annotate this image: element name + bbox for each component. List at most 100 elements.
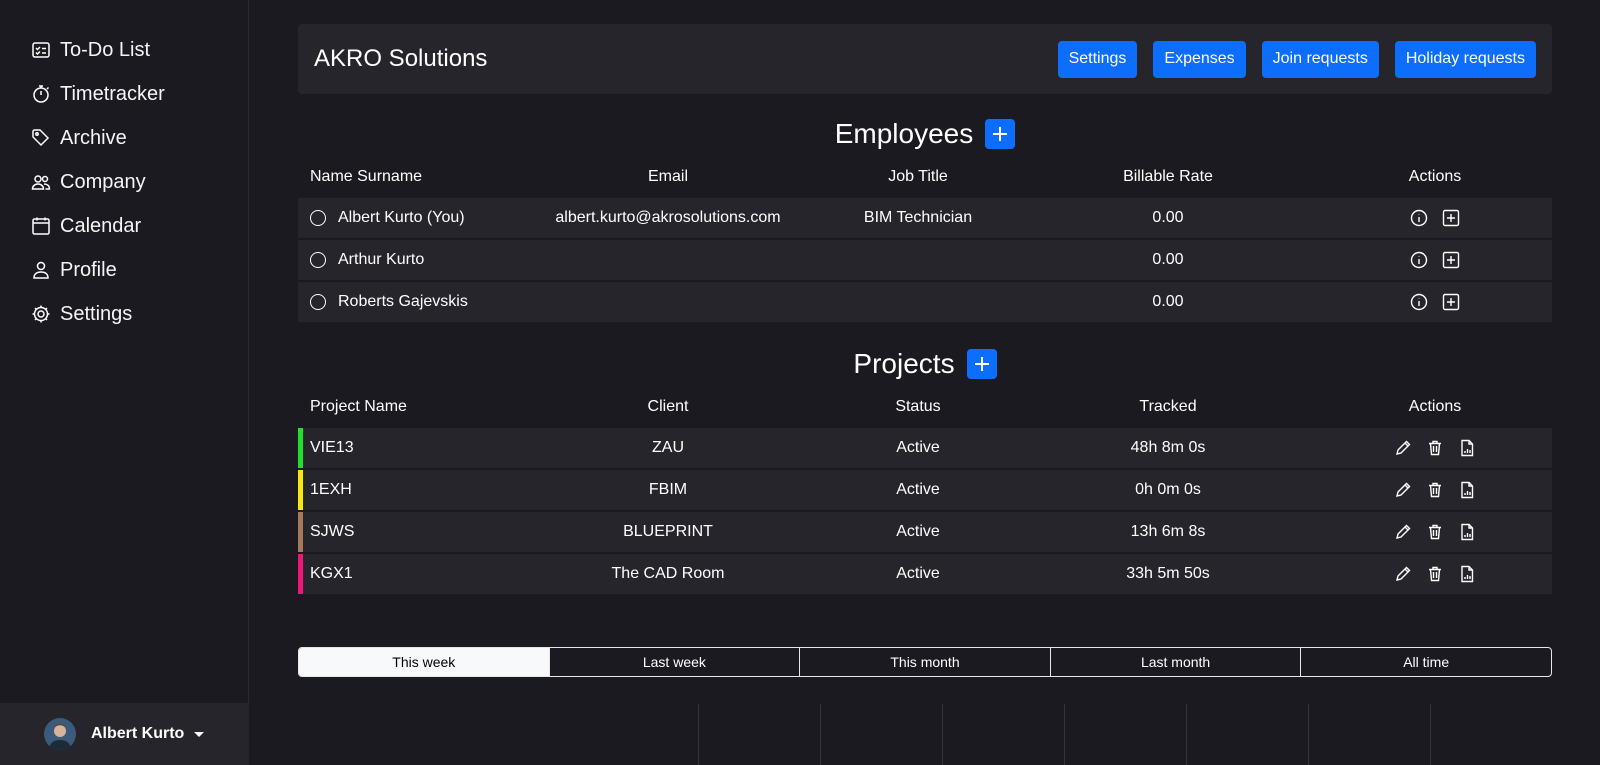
column-header: Tracked [1139, 398, 1197, 415]
employee-job-title [818, 240, 1018, 280]
table-row: Albert Kurto (You) albert.kurto@akrosolu… [298, 198, 1552, 238]
employees-title: Employees [834, 118, 974, 149]
table-row: 1EXH FBIM Active 0h 0m 0s [298, 470, 1552, 510]
sidebar-item-timetracker[interactable]: Timetracker [30, 72, 165, 116]
plus-square-icon[interactable] [1442, 251, 1460, 269]
sidebar-item-label: Profile [60, 258, 117, 281]
report-icon[interactable] [1458, 439, 1476, 457]
project-name: SJWS [310, 523, 355, 540]
chart-gridline [698, 704, 699, 765]
plus-icon [974, 357, 989, 371]
project-tracked: 0h 0m 0s [1018, 470, 1318, 510]
trash-icon[interactable] [1426, 523, 1444, 541]
column-header: Email [647, 168, 688, 185]
column-header: Job Title [888, 168, 948, 185]
expenses-button[interactable]: Expenses [1153, 40, 1246, 78]
column-header: Actions [1408, 398, 1462, 415]
select-radio[interactable] [310, 209, 326, 226]
sidebar-item-label: Archive [60, 126, 127, 149]
info-icon[interactable] [1410, 209, 1428, 227]
tab-all-time[interactable]: All time [1300, 648, 1551, 676]
tags-icon [30, 127, 52, 149]
sidebar-item-settings[interactable]: Settings [30, 292, 165, 336]
report-icon[interactable] [1458, 523, 1476, 541]
column-header: Billable Rate [1123, 168, 1213, 185]
employee-name: Arthur Kurto [338, 251, 425, 268]
holiday-requests-button[interactable]: Holiday requests [1394, 40, 1536, 78]
sidebar-item-company[interactable]: Company [30, 160, 165, 204]
chart-gridline [942, 704, 943, 765]
employee-email [518, 282, 818, 322]
table-row: VIE13 ZAU Active 48h 8m 0s [298, 428, 1552, 468]
project-status: Active [818, 512, 1018, 552]
project-status: Active [818, 428, 1018, 468]
join-requests-button[interactable]: Join requests [1261, 40, 1379, 78]
sidebar-item-archive[interactable]: Archive [30, 116, 165, 160]
column-header: Client [647, 398, 689, 415]
pencil-icon[interactable] [1394, 523, 1412, 541]
project-name: VIE13 [310, 439, 354, 456]
settings-button[interactable]: Settings [1057, 40, 1138, 78]
sidebar-item-todo-list[interactable]: To-Do List [30, 28, 165, 72]
employee-name: Albert Kurto (You) [338, 209, 465, 226]
sidebar-item-calendar[interactable]: Calendar [30, 204, 165, 248]
chart-gridline [1308, 704, 1309, 765]
chart-gridline [1186, 704, 1187, 765]
tab-last-month[interactable]: Last month [1049, 648, 1301, 676]
employee-rate: 0.00 [1018, 282, 1318, 322]
add-employee-button[interactable] [985, 119, 1016, 149]
project-client: The CAD Room [518, 554, 818, 594]
table-header-row: Name Surname Email Job Title Billable Ra… [298, 158, 1552, 196]
column-header: Name Surname [310, 168, 423, 185]
trash-icon[interactable] [1426, 565, 1444, 583]
add-project-button[interactable] [966, 349, 997, 379]
chart-gridline [820, 704, 821, 765]
report-icon[interactable] [1458, 565, 1476, 583]
chart-gridline [1430, 704, 1431, 765]
project-color-indicator [298, 428, 303, 468]
info-icon[interactable] [1410, 293, 1428, 311]
pencil-icon[interactable] [1394, 439, 1412, 457]
select-radio[interactable] [310, 293, 326, 310]
avatar [44, 718, 76, 750]
project-client: ZAU [518, 428, 818, 468]
list-check-icon [30, 39, 52, 61]
user-menu[interactable]: Albert Kurto [0, 703, 249, 765]
header-buttons: Settings Expenses Join requests Holiday … [1057, 40, 1536, 78]
tab-this-month[interactable]: This month [799, 648, 1050, 676]
chart-area [298, 704, 1552, 765]
report-icon[interactable] [1458, 481, 1476, 499]
select-radio[interactable] [310, 251, 326, 268]
plus-square-icon[interactable] [1442, 293, 1460, 311]
tab-this-week[interactable]: This week [299, 648, 549, 676]
person-icon [30, 259, 52, 281]
calendar-icon [30, 215, 52, 237]
sidebar-item-label: To-Do List [60, 38, 151, 61]
employee-email [518, 240, 818, 280]
project-status: Active [818, 554, 1018, 594]
project-name: 1EXH [310, 481, 352, 498]
sidebar: To-Do List Timetracker Archive Company C… [0, 0, 249, 765]
trash-icon[interactable] [1426, 481, 1444, 499]
sidebar-item-profile[interactable]: Profile [30, 248, 165, 292]
plus-icon [993, 127, 1008, 141]
pencil-icon[interactable] [1394, 481, 1412, 499]
trash-icon[interactable] [1426, 439, 1444, 457]
project-name: KGX1 [310, 565, 353, 582]
chart-gridline [1064, 704, 1065, 765]
pencil-icon[interactable] [1394, 565, 1412, 583]
employee-rate: 0.00 [1018, 240, 1318, 280]
project-tracked: 13h 6m 8s [1018, 512, 1318, 552]
tab-last-week[interactable]: Last week [548, 648, 800, 676]
plus-square-icon[interactable] [1442, 209, 1460, 227]
sidebar-item-label: Calendar [60, 214, 142, 237]
project-color-indicator [298, 512, 303, 552]
gear-icon [30, 303, 52, 325]
main-content: AKRO Solutions Settings Expenses Join re… [298, 24, 1552, 596]
chevron-down-icon [194, 731, 205, 737]
sidebar-item-label: Timetracker [60, 82, 165, 105]
projects-heading: Projects [298, 346, 1552, 382]
info-icon[interactable] [1410, 251, 1428, 269]
user-name: Albert Kurto [91, 725, 185, 742]
projects-table: Project Name Client Status Tracked Actio… [298, 386, 1552, 596]
